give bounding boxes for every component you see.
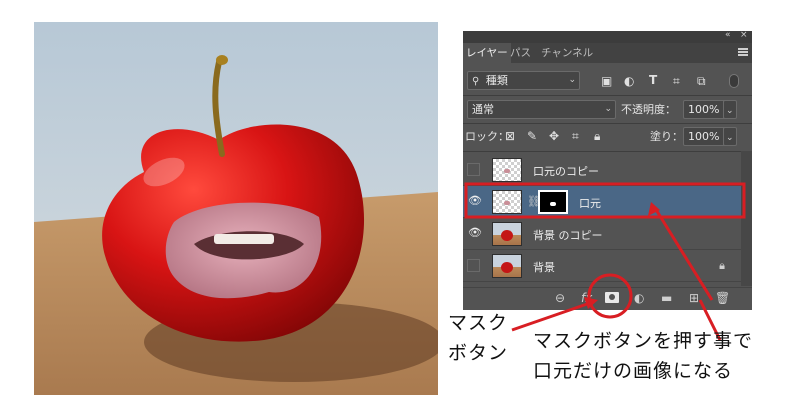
layer-name: 口元: [579, 197, 601, 210]
apple-thumb-mark: [501, 230, 513, 241]
eye-icon[interactable]: 👁︎: [468, 226, 482, 239]
layer-name: 口元のコピー: [533, 165, 599, 178]
blend-mode-value: 通常: [472, 103, 494, 116]
apple-photo: [34, 22, 438, 395]
opacity-label: 不透明度：: [621, 103, 676, 116]
layer-row-mouth-copy[interactable]: 口元のコピー: [463, 154, 741, 186]
layers-scrollbar[interactable]: [741, 151, 752, 286]
layer-row-mouth[interactable]: 👁︎ ⛓︎ 口元: [463, 186, 741, 218]
new-layer-icon[interactable]: ⊞: [689, 291, 699, 305]
visibility-toggle[interactable]: [467, 259, 480, 272]
layer-row-background[interactable]: 背景 🔒︎: [463, 250, 741, 282]
type-filter-icon[interactable]: T: [649, 73, 657, 87]
chevron-down-icon: ⌄: [568, 75, 576, 85]
mouth-thumb-mark: [504, 201, 510, 205]
layer-thumbnail: [492, 158, 522, 182]
shape-filter-icon[interactable]: ⌗: [673, 74, 680, 88]
lock-image-pixels-icon[interactable]: ✎: [527, 129, 537, 143]
layer-mask-thumbnail[interactable]: [538, 190, 568, 214]
explanation-line1: マスクボタンを押す事で: [533, 330, 754, 352]
blend-row: 通常 ⌄ 不透明度： 100% ⌄: [463, 97, 752, 121]
mouth-thumb-mark: [504, 169, 510, 173]
blend-mode-select[interactable]: 通常 ⌄: [467, 100, 616, 119]
lock-row: ロック： ⊠ ✎ ✥ ⌗ 🔒︎ 塗り： 100% ⌄: [463, 125, 752, 149]
tab-channels[interactable]: チャンネル: [538, 43, 596, 63]
layer-thumbnail: [492, 222, 522, 246]
close-panel-button[interactable]: ×: [740, 30, 748, 40]
lock-all-icon[interactable]: 🔒︎: [594, 129, 600, 143]
filter-row: ⚲ 種類 ⌄ ▣ ◐ T ⌗ ⧉: [463, 69, 752, 93]
explanation-line2: 口元だけの画像になる: [533, 360, 734, 382]
adjustment-layer-icon[interactable]: ◐: [634, 291, 644, 305]
collapse-panel-button[interactable]: «: [725, 30, 731, 40]
group-folder-icon[interactable]: ▬: [661, 291, 672, 305]
lock-icon: 🔒︎: [719, 259, 725, 272]
eye-icon[interactable]: 👁︎: [468, 194, 482, 207]
panel-tabs: レイヤー パス チャンネル: [463, 43, 752, 63]
apple-thumb-mark: [501, 262, 513, 273]
lock-transparent-pixels-icon[interactable]: ⊠: [505, 129, 515, 143]
filter-kind-select[interactable]: ⚲ 種類 ⌄: [467, 71, 580, 90]
panel-menu-icon[interactable]: [738, 48, 748, 56]
mask-button-caption-line1: マスク: [448, 312, 509, 334]
divider: [463, 151, 752, 152]
layers-panel: « × レイヤー パス チャンネル ⚲ 種類 ⌄ ▣ ◐ T ⌗ ⧉ 通常 ⌄ …: [463, 30, 752, 310]
tab-layers[interactable]: レイヤー: [463, 43, 511, 63]
opacity-value: 100%: [688, 103, 720, 116]
apple-image: [34, 22, 438, 395]
opacity-dropdown[interactable]: ⌄: [723, 100, 737, 119]
mask-shape: [550, 202, 556, 206]
divider: [463, 123, 752, 124]
trash-icon[interactable]: 🗑︎: [715, 291, 730, 305]
smart-object-filter-icon[interactable]: ⧉: [697, 74, 706, 88]
lock-position-icon[interactable]: ✥: [549, 129, 559, 143]
filter-toggle-icon[interactable]: [729, 74, 739, 88]
chevron-down-icon: ⌄: [726, 106, 734, 116]
panel-title-bar: « ×: [463, 30, 752, 43]
fill-label: 塗り：: [650, 130, 683, 143]
lock-label: ロック：: [465, 130, 509, 143]
chevron-down-icon: ⌄: [604, 104, 612, 114]
fill-dropdown[interactable]: ⌄: [723, 127, 737, 146]
layer-row-background-copy[interactable]: 👁︎ 背景 のコピー: [463, 218, 741, 250]
mask-circle-icon: [609, 294, 615, 300]
mask-button-caption-line2: ボタン: [448, 342, 509, 364]
pixel-filter-icon[interactable]: ▣: [601, 74, 612, 88]
filter-kind-value: 種類: [485, 74, 508, 87]
link-layers-icon[interactable]: ⊖: [555, 291, 565, 305]
lock-artboard-icon[interactable]: ⌗: [572, 129, 579, 143]
search-icon: ⚲: [472, 76, 480, 87]
layer-thumbnail: [492, 254, 522, 278]
panel-bottom-toolbar: ⊖ fx ◐ ▬ ⊞ 🗑︎: [463, 287, 752, 310]
layer-name: 背景: [533, 261, 555, 274]
divider: [463, 95, 752, 96]
visibility-toggle[interactable]: [467, 163, 480, 176]
add-mask-button[interactable]: [605, 292, 619, 303]
fill-value: 100%: [688, 130, 720, 143]
layer-thumbnail: [492, 190, 522, 214]
tab-paths[interactable]: パス: [507, 43, 534, 63]
layer-style-icon[interactable]: fx: [581, 291, 592, 305]
layer-name: 背景 のコピー: [533, 229, 603, 242]
adjustment-filter-icon[interactable]: ◐: [624, 74, 634, 88]
chevron-down-icon: ⌄: [726, 133, 734, 143]
